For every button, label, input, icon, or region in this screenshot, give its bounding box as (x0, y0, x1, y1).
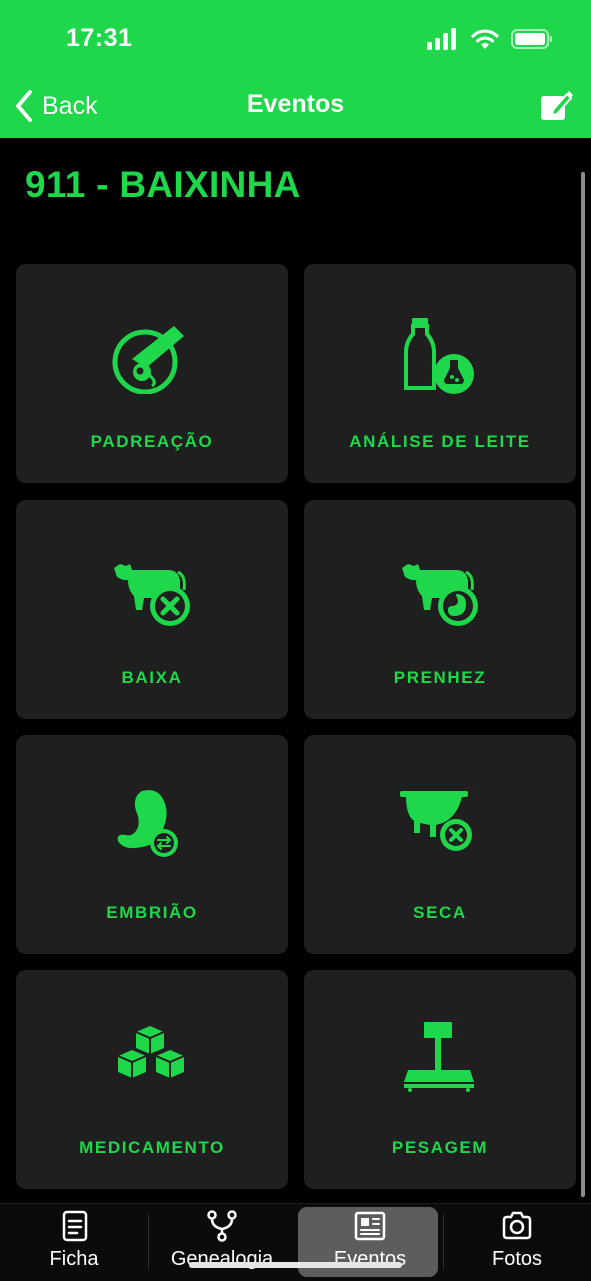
tile-analise-de-leite[interactable]: ANÁLISE DE LEITE (304, 264, 576, 483)
tile-label: PRENHEZ (393, 668, 487, 687)
home-indicator (189, 1262, 402, 1268)
status-icons (427, 26, 553, 52)
edit-note-icon (541, 91, 573, 120)
tile-label: BAIXA (121, 668, 183, 687)
page-title: Eventos (246, 90, 345, 118)
tile-label: SECA (413, 903, 467, 922)
wifi-icon (471, 29, 499, 49)
tile-label: PADREAÇÃO (90, 432, 214, 451)
tile-label: EMBRIÃO (106, 903, 198, 922)
status-bar: 17:31 (0, 0, 591, 76)
branch-icon (207, 1210, 237, 1242)
tab-bar: Ficha Genealogia Eventos Fotos (0, 1203, 591, 1281)
tab-ficha[interactable]: Ficha (0, 1204, 148, 1281)
tab-eventos[interactable]: Eventos (296, 1204, 444, 1281)
tile-label: PESAGEM (391, 1138, 489, 1157)
status-time: 17:31 (66, 24, 133, 52)
cow-pregnancy-icon (402, 564, 478, 626)
tile-label: MEDICAMENTO (79, 1138, 225, 1157)
tile-prenhez[interactable]: PRENHEZ (304, 500, 576, 719)
medicine-boxes-icon (117, 1026, 185, 1078)
scale-icon (404, 1022, 474, 1092)
tile-embriao[interactable]: EMBRIÃO (16, 735, 288, 954)
tab-fotos[interactable]: Fotos (443, 1204, 591, 1281)
navigation-bar: Back Eventos (0, 76, 591, 138)
tile-baixa[interactable]: BAIXA (16, 500, 288, 719)
camera-icon (502, 1211, 532, 1240)
document-icon (62, 1210, 88, 1242)
battery-icon (511, 29, 552, 49)
tile-seca[interactable]: SECA (304, 735, 576, 954)
signal-bars-icon (427, 28, 456, 50)
embryo-transfer-icon (117, 790, 178, 857)
animal-title: 911 - BAIXINHA (25, 164, 301, 205)
edit-button[interactable] (539, 88, 573, 124)
tab-label: Ficha (49, 1248, 99, 1270)
tile-label: ANÁLISE DE LEITE (349, 432, 531, 451)
newspaper-icon (354, 1211, 386, 1241)
udder-dry-icon (400, 791, 472, 851)
milk-analysis-icon (404, 318, 474, 394)
tile-medicamento[interactable]: MEDICAMENTO (16, 970, 288, 1189)
tab-genealogia[interactable]: Genealogia (148, 1204, 296, 1281)
tile-pesagem[interactable]: PESAGEM (304, 970, 576, 1189)
scrollbar[interactable] (581, 172, 585, 1197)
tile-padreacao[interactable]: PADREAÇÃO (16, 264, 288, 483)
insemination-icon (112, 326, 184, 394)
tab-label: Fotos (491, 1248, 543, 1270)
cow-remove-icon (114, 564, 190, 626)
